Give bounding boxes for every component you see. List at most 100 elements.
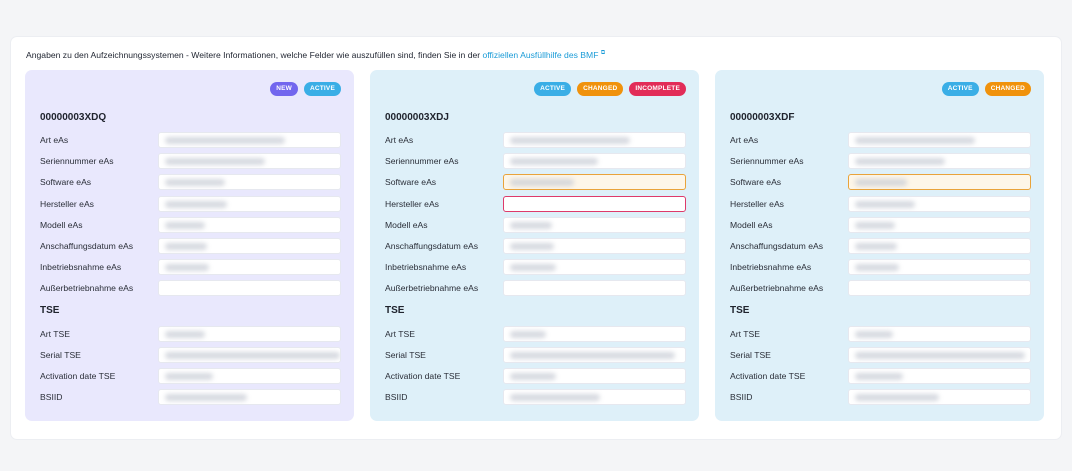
field-input[interactable] <box>158 347 341 363</box>
status-badge-active: ACTIVE <box>534 82 572 96</box>
form-row: Art eAs <box>40 132 341 148</box>
field-label: BSIID <box>385 392 408 403</box>
form-row: Seriennummer eAs <box>730 153 1031 170</box>
field-input[interactable] <box>848 325 1031 342</box>
form-row: BSIID <box>385 389 686 406</box>
status-badges: ACTIVE CHANGED <box>941 82 1031 96</box>
field-label: Art eAs <box>385 135 414 145</box>
field-input[interactable] <box>848 238 1031 254</box>
field-label: Art eAs <box>40 135 69 145</box>
status-badge-changed: CHANGED <box>984 82 1031 96</box>
field-input[interactable] <box>503 389 686 406</box>
redacted-value <box>855 373 903 381</box>
field-input[interactable] <box>503 368 686 385</box>
field-input[interactable] <box>158 132 341 148</box>
field-input[interactable] <box>158 174 341 191</box>
form-row: Activation date TSE <box>730 368 1031 385</box>
field-input[interactable] <box>503 238 686 254</box>
field-label: Außerbetriebnahme eAs <box>730 283 824 294</box>
redacted-value <box>165 221 205 229</box>
field-label: Software eAs <box>385 177 437 188</box>
form-row: Seriennummer eAs <box>385 153 686 170</box>
form-row: Außerbetriebnahme eAs <box>730 280 1031 297</box>
field-input[interactable] <box>503 259 686 276</box>
field-label: Modell eAs <box>385 219 428 230</box>
field-label: Hersteller eAs <box>730 198 784 209</box>
redacted-value <box>165 352 340 359</box>
redacted-value <box>855 264 899 272</box>
redacted-value <box>855 158 945 166</box>
form-row: Software eAs <box>385 174 686 191</box>
form-row: Serial TSE <box>730 347 1031 363</box>
field-input[interactable] <box>848 216 1031 233</box>
redacted-value <box>165 158 265 166</box>
field-input[interactable] <box>848 259 1031 276</box>
status-badge-changed: CHANGED <box>577 82 624 96</box>
bmf-help-link[interactable]: offiziellen Ausfüllhilfe des BMF <box>483 50 599 60</box>
field-label: Anschaffungsdatum eAs <box>730 241 823 251</box>
form-row: Modell eAs <box>385 216 686 233</box>
redacted-value <box>165 137 285 144</box>
field-input[interactable] <box>503 153 686 170</box>
field-input[interactable] <box>158 195 341 212</box>
field-label: Anschaffungsdatum eAs <box>385 241 478 251</box>
field-label: Activation date TSE <box>730 371 806 382</box>
field-input[interactable] <box>503 216 686 233</box>
field-input[interactable] <box>848 174 1031 191</box>
field-input[interactable] <box>503 195 686 212</box>
intro-description: Angaben zu den Aufzeichnungssystemen - W… <box>26 50 483 60</box>
redacted-value <box>510 352 675 359</box>
field-input[interactable] <box>503 174 686 191</box>
field-label: Art TSE <box>40 328 70 339</box>
field-input[interactable] <box>848 368 1031 385</box>
field-input[interactable] <box>158 216 341 233</box>
form-row: Hersteller eAs <box>730 195 1031 212</box>
field-label: Seriennummer eAs <box>385 156 459 167</box>
field-label: Serial TSE <box>385 350 426 360</box>
form-row: Inbetriebsnahme eAs <box>730 259 1031 276</box>
field-input[interactable] <box>158 238 341 254</box>
form-row: Activation date TSE <box>40 368 341 385</box>
field-input[interactable] <box>158 259 341 276</box>
redacted-value <box>510 158 598 166</box>
system-id: 00000003XDJ <box>385 112 449 123</box>
status-badge-new: NEW <box>270 82 298 96</box>
redacted-value <box>855 179 907 187</box>
field-label: Anschaffungsdatum eAs <box>40 241 133 251</box>
redacted-value <box>855 330 893 338</box>
system-card: NEW ACTIVE 00000003XDQ Art eAs Seriennummer … <box>25 70 354 421</box>
field-label: Außerbetriebnahme eAs <box>385 283 479 294</box>
field-label: Serial TSE <box>730 350 771 360</box>
field-input[interactable] <box>158 368 341 385</box>
redacted-value <box>855 200 915 208</box>
field-input[interactable] <box>503 325 686 342</box>
field-input[interactable] <box>158 389 341 406</box>
form-row: Anschaffungsdatum eAs <box>385 238 686 254</box>
field-input[interactable] <box>848 389 1031 406</box>
field-input[interactable] <box>503 280 686 297</box>
field-input[interactable] <box>848 195 1031 212</box>
redacted-value <box>855 221 895 229</box>
redacted-value <box>510 179 574 187</box>
field-input[interactable] <box>848 132 1031 148</box>
redacted-value <box>510 137 630 144</box>
status-badges: NEW ACTIVE <box>270 82 341 96</box>
field-label: Hersteller eAs <box>385 198 439 209</box>
form-row: Serial TSE <box>385 347 686 363</box>
field-input[interactable] <box>848 280 1031 297</box>
system-id: 00000003XDQ <box>40 112 107 123</box>
field-input[interactable] <box>503 132 686 148</box>
field-label: Serial TSE <box>40 350 81 360</box>
field-input[interactable] <box>503 347 686 363</box>
field-label: Inbetriebsnahme eAs <box>730 262 812 273</box>
field-input[interactable] <box>158 280 341 297</box>
redacted-value <box>510 373 556 381</box>
field-label: Activation date TSE <box>40 371 116 382</box>
field-input[interactable] <box>158 153 341 170</box>
redacted-value <box>165 373 213 381</box>
field-label: BSIID <box>40 392 63 403</box>
redacted-value <box>510 394 600 402</box>
field-input[interactable] <box>848 347 1031 363</box>
field-input[interactable] <box>848 153 1031 170</box>
field-input[interactable] <box>158 325 341 342</box>
